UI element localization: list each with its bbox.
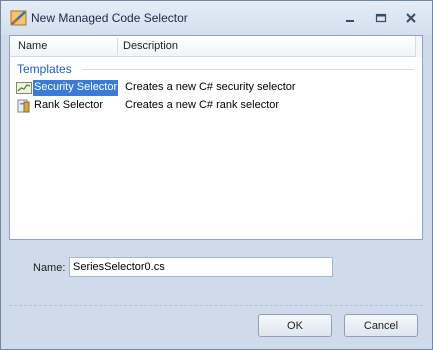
name-label: Name:	[33, 262, 66, 274]
group-divider	[82, 69, 414, 70]
cancel-button[interactable]: Cancel	[344, 314, 418, 337]
list-item[interactable]: Rank Selector Creates a new C# rank sele…	[16, 97, 416, 115]
column-divider[interactable]	[117, 38, 118, 55]
group-title: Templates	[17, 62, 72, 76]
rank-selector-icon	[16, 98, 32, 114]
app-icon	[10, 9, 28, 27]
list-header: Name Description	[10, 36, 422, 57]
column-header-description[interactable]: Description	[123, 40, 178, 52]
ok-button[interactable]: OK	[258, 314, 332, 337]
separator	[9, 305, 423, 306]
title-bar[interactable]: New Managed Code Selector	[1, 1, 432, 35]
list-item-description: Creates a new C# rank selector	[125, 99, 280, 111]
list-item-description: Creates a new C# security selector	[125, 81, 296, 93]
template-list[interactable]: Name Description Templates Security Sele…	[9, 35, 423, 240]
security-selector-icon	[16, 80, 32, 96]
column-header-name[interactable]: Name	[18, 40, 47, 52]
dialog-window: New Managed Code Selector Name Descripti…	[0, 0, 433, 350]
close-icon[interactable]	[403, 10, 419, 26]
maximize-icon[interactable]	[373, 10, 389, 26]
list-item-name: Rank Selector	[34, 99, 104, 111]
window-title: New Managed Code Selector	[31, 11, 188, 25]
minimize-icon[interactable]	[342, 10, 358, 26]
list-item[interactable]: Security Selector Creates a new C# secur…	[16, 79, 416, 97]
header-filler	[415, 36, 422, 57]
name-input[interactable]	[69, 257, 333, 277]
list-item-name: Security Selector	[33, 80, 119, 96]
